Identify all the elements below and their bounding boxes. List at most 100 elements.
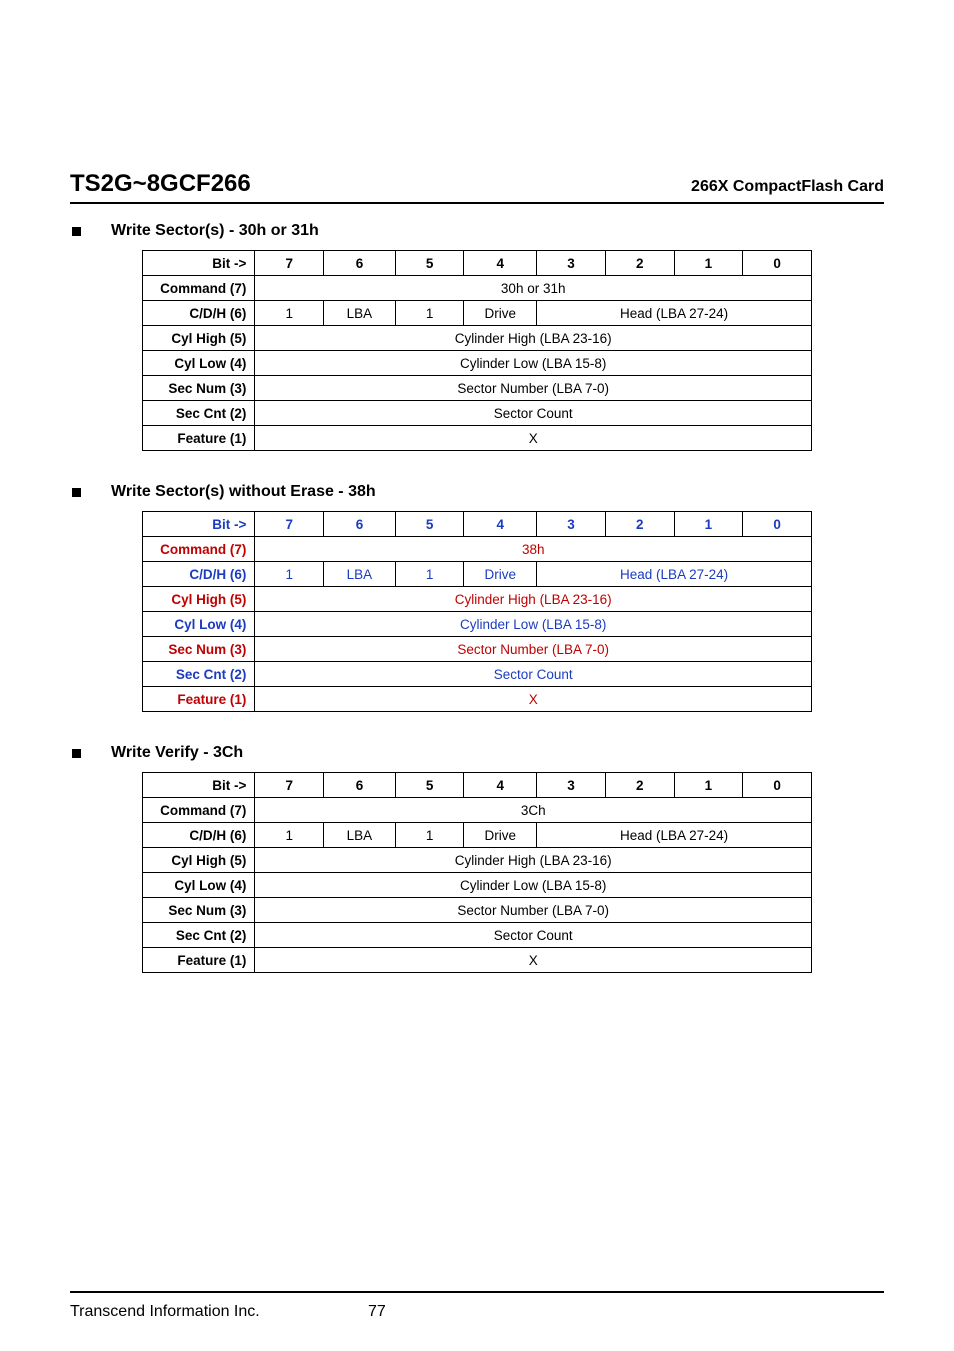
row-label: Cyl High (5) [143,326,255,351]
bit-col: 6 [324,512,396,537]
register-table: Bit -> 7 6 5 4 3 2 1 0 Command (7) 3Ch C… [142,772,812,973]
header: TS2G~8GCF266 266X CompactFlash Card [70,170,884,204]
bit-col: 5 [395,773,464,798]
cell: Sector Count [255,923,812,948]
bit-col: 1 [674,512,743,537]
bit-col: 1 [674,773,743,798]
bit-label: Bit -> [143,773,255,798]
bit-col: 5 [395,251,464,276]
row-label: Sec Cnt (2) [143,923,255,948]
table-row: Sec Cnt (2) Sector Count [143,923,812,948]
bit-col: 4 [464,251,537,276]
bit-col: 4 [464,512,537,537]
table-row: Bit -> 7 6 5 4 3 2 1 0 [143,512,812,537]
cell: Drive [464,301,537,326]
row-label: Command (7) [143,798,255,823]
bit-col: 4 [464,773,537,798]
cell: Head (LBA 27-24) [537,562,812,587]
row-label: Sec Num (3) [143,376,255,401]
bit-col: 3 [537,251,606,276]
row-label: Cyl Low (4) [143,612,255,637]
table-row: Cyl Low (4) Cylinder Low (LBA 15-8) [143,351,812,376]
row-label: Feature (1) [143,687,255,712]
cell: LBA [324,562,396,587]
bit-col: 1 [674,251,743,276]
table-row: C/D/H (6) 1 LBA 1 Drive Head (LBA 27-24) [143,301,812,326]
footer-spacer [626,1303,884,1321]
cell: Cylinder Low (LBA 15-8) [255,873,812,898]
cell: Head (LBA 27-24) [537,823,812,848]
bit-col: 0 [743,512,812,537]
row-label: Sec Cnt (2) [143,401,255,426]
page: TS2G~8GCF266 266X CompactFlash Card Writ… [0,0,954,1351]
bit-col: 6 [324,773,396,798]
cell: 38h [255,537,812,562]
table-row: Bit -> 7 6 5 4 3 2 1 0 [143,251,812,276]
cell: Cylinder High (LBA 23-16) [255,848,812,873]
row-label: Cyl High (5) [143,587,255,612]
table-row: Cyl Low (4) Cylinder Low (LBA 15-8) [143,612,812,637]
row-label: Feature (1) [143,948,255,973]
cell: Sector Number (LBA 7-0) [255,376,812,401]
table-row: Sec Num (3) Sector Number (LBA 7-0) [143,376,812,401]
footer-company: Transcend Information Inc. [70,1303,328,1321]
footer-page: 77 [328,1303,626,1321]
register-table: Bit -> 7 6 5 4 3 2 1 0 Command (7) 30h o… [142,250,812,451]
row-label: Command (7) [143,276,255,301]
row-label: Command (7) [143,537,255,562]
table-row: C/D/H (6) 1 LBA 1 Drive Head (LBA 27-24) [143,823,812,848]
cell: LBA [324,301,396,326]
cell: Cylinder High (LBA 23-16) [255,326,812,351]
section-heading: Write Verify - 3Ch [70,744,884,762]
row-label: Feature (1) [143,426,255,451]
cell: 1 [255,823,324,848]
table-row: C/D/H (6) 1 LBA 1 Drive Head (LBA 27-24) [143,562,812,587]
cell: Sector Count [255,662,812,687]
section-title: Write Verify - 3Ch [111,744,243,762]
table-row: Sec Num (3) Sector Number (LBA 7-0) [143,637,812,662]
table-row: Sec Num (3) Sector Number (LBA 7-0) [143,898,812,923]
footer: Transcend Information Inc. 77 [70,1291,884,1321]
cell: Head (LBA 27-24) [537,301,812,326]
table-row: Cyl High (5) Cylinder High (LBA 23-16) [143,848,812,873]
row-label: C/D/H (6) [143,823,255,848]
table-row: Command (7) 30h or 31h [143,276,812,301]
cell: Sector Count [255,401,812,426]
bit-col: 3 [537,512,606,537]
bit-col: 7 [255,512,324,537]
section-title: Write Sector(s) - 30h or 31h [111,222,319,240]
bullet-icon [72,749,81,758]
table-row: Command (7) 3Ch [143,798,812,823]
cell: 1 [395,562,464,587]
cell: 1 [255,562,324,587]
cell: 1 [395,823,464,848]
cell: X [255,687,812,712]
table-row: Feature (1) X [143,687,812,712]
product-subtitle: 266X CompactFlash Card [691,178,884,196]
bit-col: 6 [324,251,396,276]
cell: Sector Number (LBA 7-0) [255,637,812,662]
bit-col: 3 [537,773,606,798]
row-label: Sec Cnt (2) [143,662,255,687]
section-title: Write Sector(s) without Erase - 38h [111,483,376,501]
section-heading: Write Sector(s) - 30h or 31h [70,222,884,240]
cell: Cylinder Low (LBA 15-8) [255,351,812,376]
cell: 1 [255,301,324,326]
bit-col: 0 [743,251,812,276]
row-label: Cyl Low (4) [143,873,255,898]
row-label: C/D/H (6) [143,301,255,326]
row-label: C/D/H (6) [143,562,255,587]
cell: Drive [464,562,537,587]
table-row: Bit -> 7 6 5 4 3 2 1 0 [143,773,812,798]
cell: 30h or 31h [255,276,812,301]
bullet-icon [72,227,81,236]
bit-label: Bit -> [143,251,255,276]
bit-col: 7 [255,251,324,276]
table-row: Command (7) 38h [143,537,812,562]
cell: 1 [395,301,464,326]
table-row: Sec Cnt (2) Sector Count [143,401,812,426]
table-row: Feature (1) X [143,426,812,451]
cell: Cylinder High (LBA 23-16) [255,587,812,612]
content-area: TS2G~8GCF266 266X CompactFlash Card Writ… [70,60,884,1291]
table-row: Cyl Low (4) Cylinder Low (LBA 15-8) [143,873,812,898]
